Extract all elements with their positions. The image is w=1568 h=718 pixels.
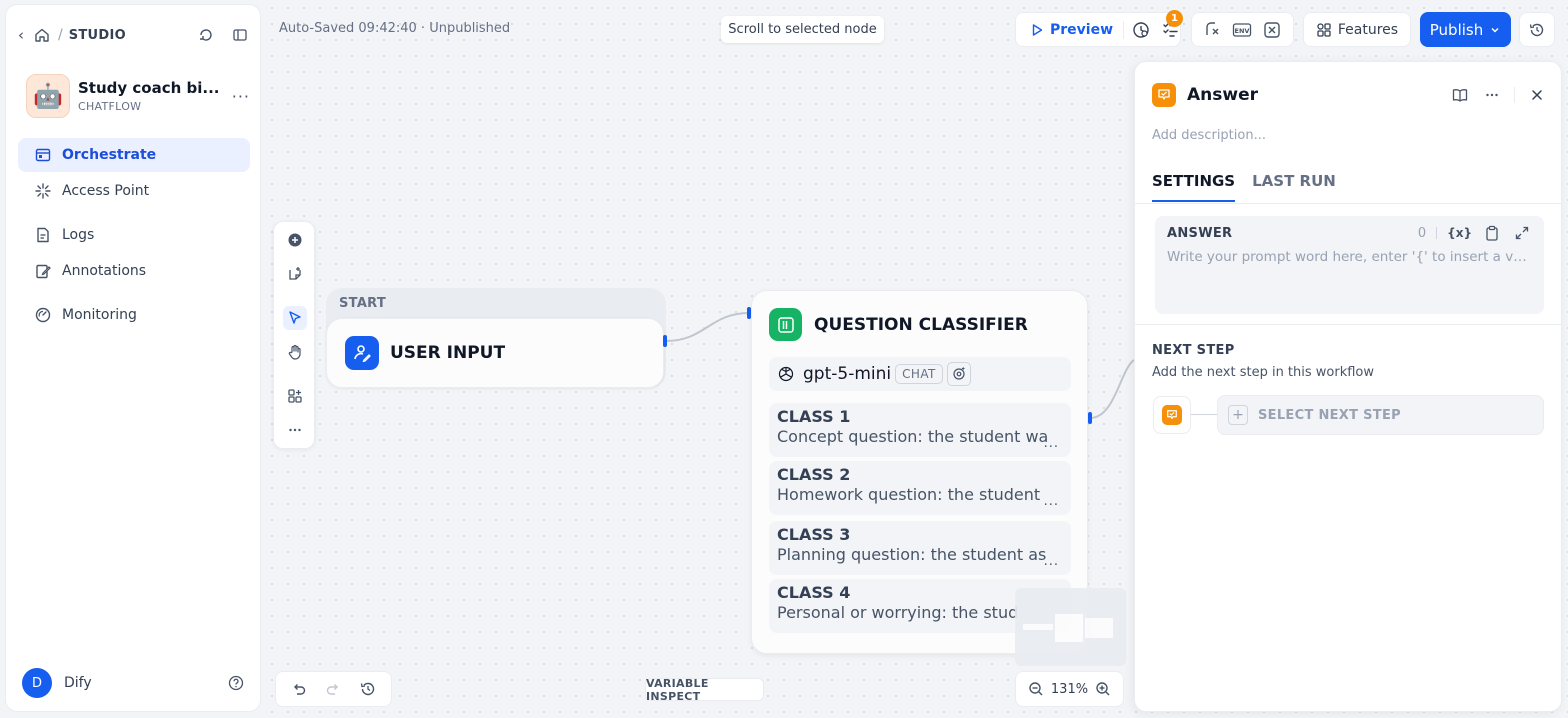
- user-input-node[interactable]: USER INPUT: [326, 318, 664, 388]
- undo-redo-toolbar: [275, 671, 392, 707]
- panel-title[interactable]: Answer: [1187, 85, 1258, 105]
- model-mode-tag: CHAT: [895, 364, 943, 384]
- answer-input[interactable]: Write your prompt word here, enter '{' t…: [1167, 249, 1529, 265]
- panel-header: Answer: [1152, 82, 1547, 108]
- close-icon[interactable]: [1527, 85, 1547, 105]
- next-step-title: NEXT STEP: [1152, 343, 1235, 358]
- panel-tabs: SETTINGS LAST RUN: [1152, 172, 1336, 202]
- answer-icon: [1152, 83, 1176, 107]
- more-options-icon[interactable]: [1482, 85, 1502, 105]
- variable-inspect-button[interactable]: VARIABLE INSPECT: [645, 677, 764, 703]
- answer-editor[interactable]: ANSWER 0 {x} Write your prompt word here…: [1155, 216, 1544, 314]
- model-selector[interactable]: gpt-5-mini CHAT: [769, 357, 1071, 391]
- copy-icon[interactable]: [1482, 223, 1502, 243]
- question-classifier-icon: [769, 308, 802, 341]
- model-settings-icon[interactable]: [946, 362, 971, 386]
- node-settings-panel: Answer Add description... SETTINGS LAST …: [1134, 61, 1562, 712]
- start-node-header: START: [339, 296, 387, 311]
- zoom-out-icon[interactable]: [1026, 679, 1046, 699]
- insert-variable-button[interactable]: {x}: [1447, 226, 1472, 240]
- zoom-in-icon[interactable]: [1093, 679, 1113, 699]
- start-node[interactable]: START USER INPUT: [326, 288, 666, 388]
- class-item[interactable]: CLASS 2 Homework question: the student .…: [769, 461, 1071, 515]
- class-item[interactable]: CLASS 1 Concept question: the student wa…: [769, 403, 1071, 457]
- user-input-icon: [345, 336, 379, 370]
- start-node-output-handle[interactable]: [663, 335, 667, 347]
- undo-icon[interactable]: [289, 679, 309, 699]
- plus-icon: +: [1228, 405, 1248, 425]
- next-step-subtitle: Add the next step in this workflow: [1152, 365, 1375, 380]
- answer-label: ANSWER: [1167, 226, 1233, 241]
- zoom-level[interactable]: 131%: [1051, 682, 1088, 697]
- tab-last-run[interactable]: LAST RUN: [1252, 172, 1336, 202]
- node-title: QUESTION CLASSIFIER: [814, 314, 1028, 335]
- expand-icon[interactable]: [1512, 223, 1532, 243]
- minimap[interactable]: [1015, 588, 1126, 666]
- class-item[interactable]: CLASS 3 Planning question: the student a…: [769, 521, 1071, 575]
- change-history-icon[interactable]: [358, 679, 378, 699]
- current-node-badge: [1153, 396, 1191, 434]
- select-next-step-button[interactable]: + SELECT NEXT STEP: [1217, 395, 1544, 435]
- zoom-controls: 131%: [1015, 671, 1124, 707]
- class-1-output-handle[interactable]: [1088, 412, 1092, 424]
- openai-icon: [778, 366, 794, 382]
- node-title: USER INPUT: [390, 343, 506, 363]
- tab-settings[interactable]: SETTINGS: [1152, 172, 1236, 202]
- description-input[interactable]: Add description...: [1152, 128, 1266, 143]
- redo-icon[interactable]: [323, 679, 343, 699]
- character-count: 0: [1417, 225, 1427, 241]
- answer-icon: [1162, 405, 1182, 425]
- model-name: gpt-5-mini: [803, 364, 892, 384]
- docs-icon[interactable]: [1450, 85, 1470, 105]
